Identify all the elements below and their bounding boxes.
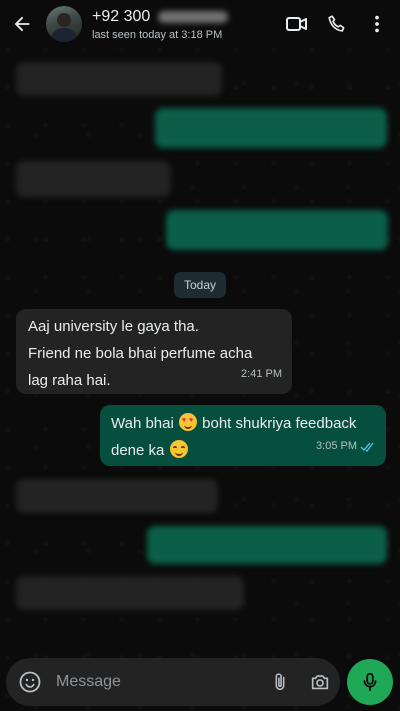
attach-button[interactable]	[260, 660, 300, 704]
video-call-button[interactable]	[280, 7, 314, 41]
contact-info[interactable]: +92 300 last seen today at 3:18 PM	[92, 7, 229, 41]
heart-eyes-emoji-icon: ♥ ♥	[178, 413, 197, 431]
message-text: boht shukriya feedback	[202, 415, 357, 432]
video-call-icon	[286, 17, 307, 31]
chat-header: +92 300 last seen today at 3:18 PM	[0, 0, 400, 48]
last-seen-status: last seen today at 3:18 PM	[92, 28, 223, 41]
mic-icon	[363, 672, 377, 692]
contact-name-redacted	[158, 10, 229, 23]
message-time: 2:41 PM	[241, 368, 282, 380]
blurred-message	[16, 479, 218, 513]
day-separator: Today	[174, 272, 226, 298]
camera-icon	[311, 675, 329, 690]
more-options-button[interactable]	[360, 7, 394, 41]
blurred-message	[16, 576, 244, 610]
blurred-message	[166, 210, 388, 250]
more-vertical-icon	[375, 15, 379, 33]
blurred-message	[155, 108, 387, 148]
message-time: 3:05 PM	[316, 440, 357, 452]
paperclip-icon	[275, 673, 285, 691]
message-text: Aaj university le gaya tha.	[28, 318, 199, 335]
smiling-emoji-icon	[169, 440, 188, 458]
incoming-message[interactable]: Aaj university le gaya tha. Friend ne bo…	[16, 309, 292, 394]
avatar[interactable]	[46, 6, 82, 42]
voice-call-button[interactable]	[320, 7, 354, 41]
blurred-message	[16, 161, 171, 197]
emoji-button[interactable]	[8, 660, 52, 704]
phone-icon	[328, 15, 345, 32]
back-button[interactable]	[2, 0, 42, 48]
blurred-message	[147, 526, 387, 564]
message-text: dene ka	[111, 442, 165, 459]
message-composer: Message	[6, 658, 340, 706]
emoji-icon	[19, 671, 41, 693]
arrow-left-icon	[14, 16, 30, 32]
double-check-icon	[360, 442, 374, 452]
camera-button[interactable]	[300, 660, 340, 704]
blurred-message	[16, 62, 222, 96]
message-text: Wah bhai	[111, 415, 174, 432]
outgoing-message[interactable]: Wah bhai ♥ ♥ boht shukriya feedback dene …	[100, 405, 386, 466]
voice-message-button[interactable]	[347, 659, 393, 705]
message-input[interactable]: Message	[56, 673, 260, 691]
contact-name: +92 300	[92, 7, 151, 25]
